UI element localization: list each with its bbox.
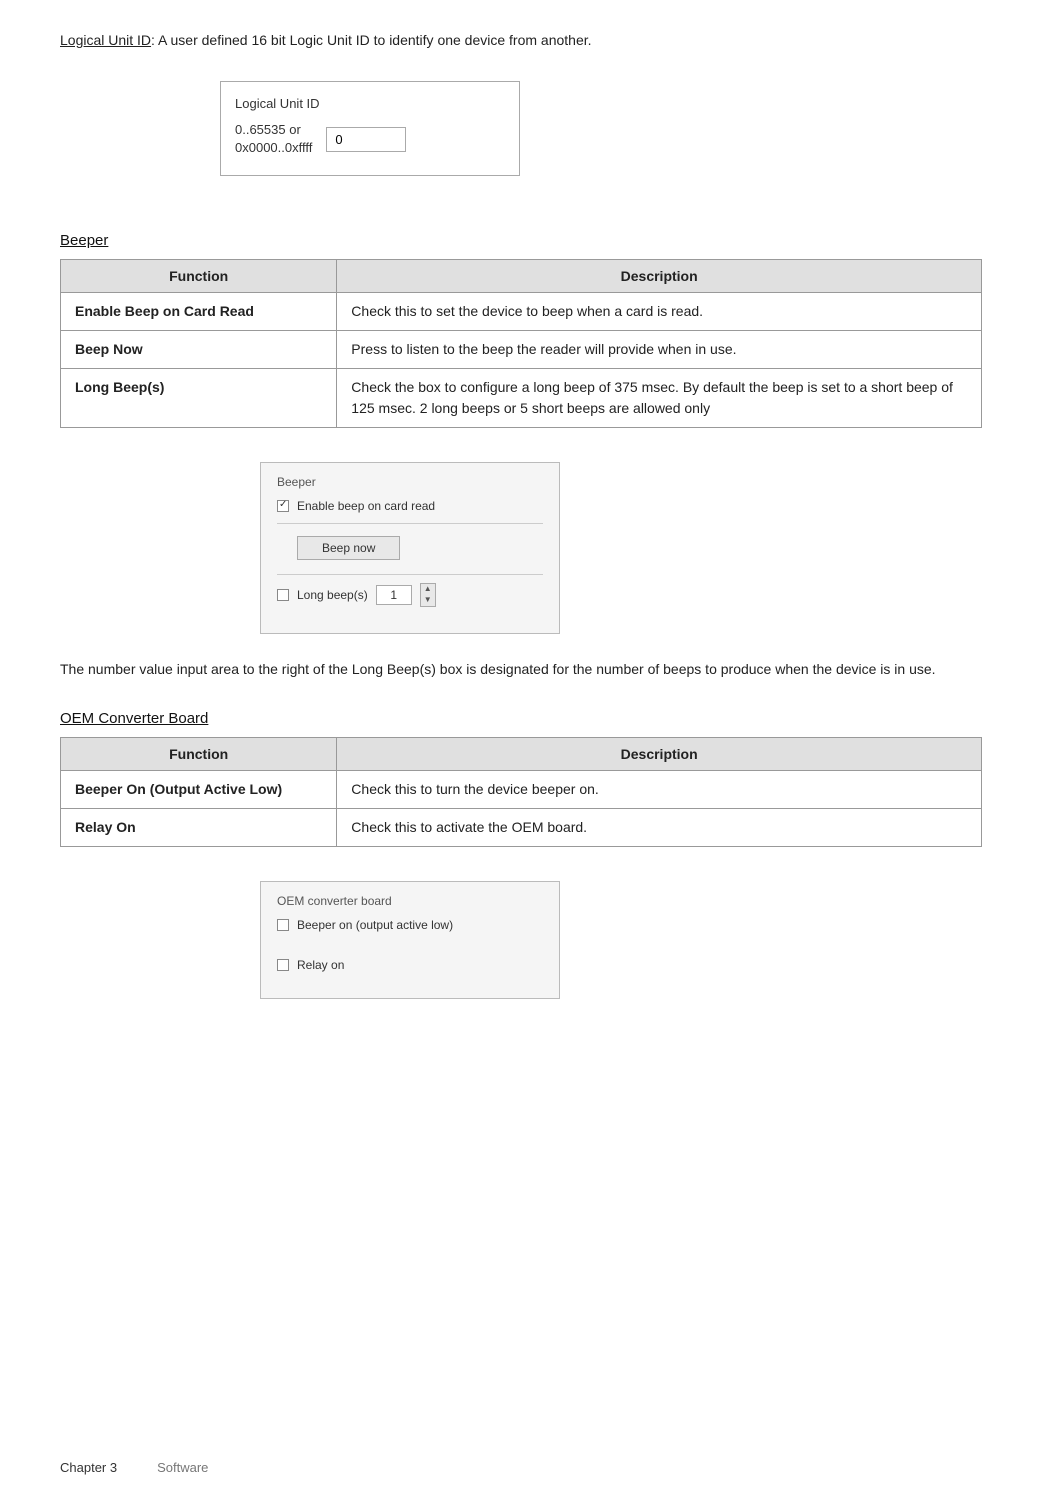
oem-table: Function Description Beeper On (Output A… <box>60 737 982 847</box>
intro-paragraph: Logical Unit ID: A user defined 16 bit L… <box>60 30 982 51</box>
long-beep-label: Long beep(s) <box>297 588 368 602</box>
beeper-row3-function: Long Beep(s) <box>61 369 337 428</box>
logical-unit-id-box: Logical Unit ID 0..65535 or0x0000..0xfff… <box>220 81 520 176</box>
oem-row2-function: Relay On <box>61 809 337 847</box>
beeper-paragraph: The number value input area to the right… <box>60 658 982 680</box>
long-beep-spinner-value[interactable]: 1 <box>376 585 412 605</box>
beeper-row1-function: Enable Beep on Card Read <box>61 293 337 331</box>
relay-on-row: Relay on <box>277 958 543 972</box>
enable-beep-label: Enable beep on card read <box>297 499 435 513</box>
beep-now-button[interactable]: Beep now <box>297 536 400 560</box>
long-beep-checkbox[interactable] <box>277 589 289 601</box>
table-row: Beeper On (Output Active Low) Check this… <box>61 771 982 809</box>
oem-row1-function: Beeper On (Output Active Low) <box>61 771 337 809</box>
spinner-down-icon[interactable]: ▼ <box>421 595 435 606</box>
beeper-row1-description: Check this to set the device to beep whe… <box>337 293 982 331</box>
beeper-row3-description: Check the box to configure a long beep o… <box>337 369 982 428</box>
table-row: Relay On Check this to activate the OEM … <box>61 809 982 847</box>
beeper-row2-function: Beep Now <box>61 331 337 369</box>
beeper-row2-description: Press to listen to the beep the reader w… <box>337 331 982 369</box>
beeper-on-checkbox[interactable] <box>277 919 289 931</box>
beep-now-row: Beep now <box>277 532 543 564</box>
oem-row2-description: Check this to activate the OEM board. <box>337 809 982 847</box>
mockup-divider-2 <box>277 574 543 575</box>
footer: Chapter 3 Software <box>60 1460 982 1475</box>
table-row: Long Beep(s) Check the box to configure … <box>61 369 982 428</box>
beeper-mockup-title: Beeper <box>277 475 543 489</box>
enable-beep-row: Enable beep on card read <box>277 499 543 513</box>
beeper-table: Function Description Enable Beep on Card… <box>60 259 982 428</box>
lu-range-text: 0..65535 or0x0000..0xffff <box>235 121 312 157</box>
enable-beep-checkbox[interactable] <box>277 500 289 512</box>
beeper-mockup: Beeper Enable beep on card read Beep now… <box>260 462 560 634</box>
oem-mockup-title: OEM converter board <box>277 894 543 908</box>
relay-on-checkbox[interactable] <box>277 959 289 971</box>
beeper-col-function: Function <box>61 260 337 293</box>
beeper-on-label: Beeper on (output active low) <box>297 918 453 932</box>
oem-heading: OEM Converter Board <box>60 710 982 727</box>
beeper-on-row: Beeper on (output active low) <box>277 918 543 932</box>
logical-unit-box-label: Logical Unit ID <box>235 96 499 111</box>
lu-input[interactable] <box>326 127 406 152</box>
footer-section: Software <box>157 1460 208 1475</box>
logical-unit-id-link[interactable]: Logical Unit ID <box>60 32 151 48</box>
beeper-col-description: Description <box>337 260 982 293</box>
oem-col-description: Description <box>337 738 982 771</box>
relay-on-label: Relay on <box>297 958 344 972</box>
beeper-heading: Beeper <box>60 232 982 249</box>
logical-unit-row: 0..65535 or0x0000..0xffff <box>235 121 499 157</box>
table-row: Beep Now Press to listen to the beep the… <box>61 331 982 369</box>
spinner-up-icon[interactable]: ▲ <box>421 584 435 595</box>
footer-chapter: Chapter 3 <box>60 1460 117 1475</box>
long-beep-row: Long beep(s) 1 ▲ ▼ <box>277 583 543 607</box>
oem-col-function: Function <box>61 738 337 771</box>
long-beep-spinner-arrows[interactable]: ▲ ▼ <box>420 583 436 607</box>
mockup-divider-1 <box>277 523 543 524</box>
oem-mockup: OEM converter board Beeper on (output ac… <box>260 881 560 999</box>
intro-rest: : A user defined 16 bit Logic Unit ID to… <box>151 32 592 48</box>
table-row: Enable Beep on Card Read Check this to s… <box>61 293 982 331</box>
oem-row1-description: Check this to turn the device beeper on. <box>337 771 982 809</box>
